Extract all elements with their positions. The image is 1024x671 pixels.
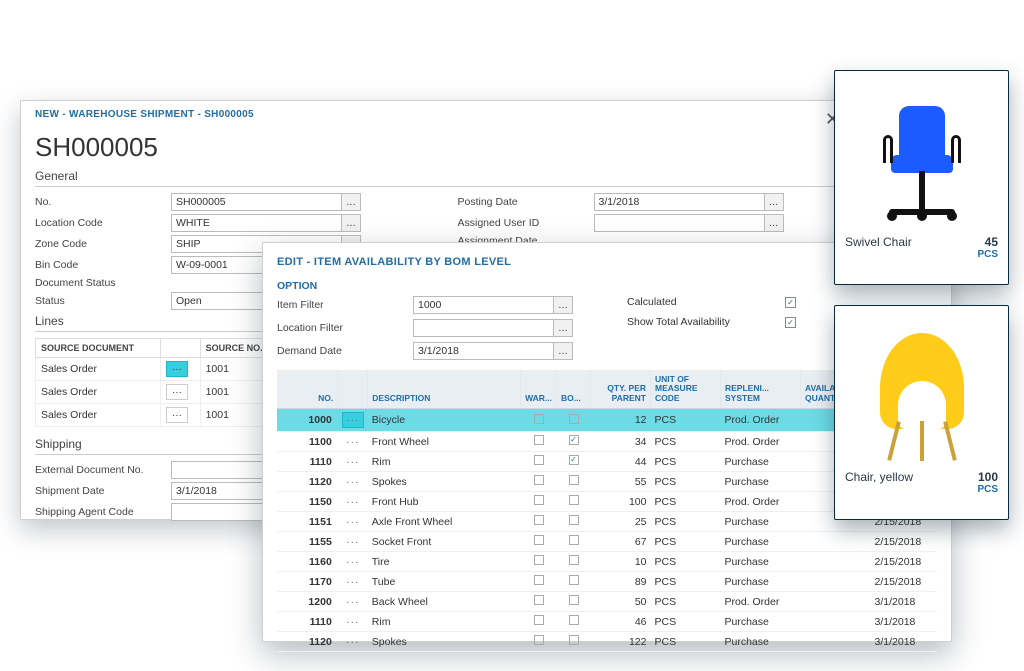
table-row[interactable]: 1155···Socket Front67PCSPurchase2/15/201… — [277, 532, 937, 552]
lookup-icon[interactable]: … — [553, 319, 573, 337]
posting-field[interactable]: 3/1/2018… — [594, 193, 784, 211]
lookup-icon[interactable]: … — [553, 342, 573, 360]
label-calculated: Calculated — [627, 296, 777, 308]
table-row[interactable]: 1120···Spokes122PCSPurchase3/1/2018 — [277, 632, 937, 652]
show-total-checkbox[interactable]: ✓ — [785, 317, 796, 328]
row-menu-icon[interactable]: ··· — [338, 409, 368, 432]
label-show-total: Show Total Availability — [627, 316, 777, 328]
section-general: General — [35, 169, 840, 187]
label-item-filter: Item Filter — [277, 299, 407, 311]
col-source-doc[interactable]: SOURCE DOCUMENT — [36, 339, 161, 358]
row-menu-icon[interactable]: ··· — [338, 512, 368, 532]
row-menu-icon[interactable]: ··· — [338, 552, 368, 572]
page-title: SH000005 — [35, 132, 840, 163]
label-loc-filter: Location Filter — [277, 322, 407, 334]
breadcrumb: NEW - WAREHOUSE SHIPMENT - SH000005 — [35, 109, 254, 120]
col-no[interactable]: NO. — [277, 370, 338, 409]
product-name: Chair, yellow — [845, 470, 913, 484]
row-menu-icon[interactable]: ··· — [338, 452, 368, 472]
item-filter-field[interactable]: 1000… — [413, 296, 573, 314]
table-row[interactable]: 1200···Back Wheel50PCSProd. Order3/1/201… — [277, 592, 937, 612]
row-menu-icon[interactable]: ··· — [166, 361, 188, 377]
col-war[interactable]: WAR... — [521, 370, 557, 409]
no-field[interactable]: SH000005… — [171, 193, 361, 211]
col-uom[interactable]: UNIT OF MEASURE CODE — [651, 370, 721, 409]
assigned-user-field[interactable]: … — [594, 214, 784, 232]
product-name: Swivel Chair — [845, 235, 912, 249]
product-qty: 45 — [985, 235, 998, 249]
label-no: No. — [35, 196, 165, 208]
row-menu-icon[interactable]: ··· — [338, 612, 368, 632]
lookup-icon[interactable]: … — [764, 214, 784, 232]
product-unit: PCS — [845, 484, 998, 495]
row-menu-icon[interactable]: ··· — [166, 384, 188, 400]
col-qty[interactable]: QTY. PER PARENT — [591, 370, 651, 409]
label-assigned-user: Assigned User ID — [458, 217, 588, 229]
label-agent: Shipping Agent Code — [35, 506, 165, 518]
bom-title: EDIT - ITEM AVAILABILITY BY BOM LEVEL — [277, 256, 511, 268]
row-menu-icon[interactable]: ··· — [338, 492, 368, 512]
label-extdoc: External Document No. — [35, 464, 165, 476]
product-card-yellow-chair[interactable]: Chair, yellow 100 PCS — [834, 305, 1009, 520]
calculated-checkbox[interactable]: ✓ — [785, 297, 796, 308]
label-status: Status — [35, 295, 165, 307]
table-row[interactable]: 1170···Tube89PCSPurchase2/15/2018 — [277, 572, 937, 592]
product-card-swivel[interactable]: Swivel Chair 45 PCS — [834, 70, 1009, 285]
label-shipdate: Shipment Date — [35, 485, 165, 497]
label-location: Location Code — [35, 217, 165, 229]
label-docstatus: Document Status — [35, 277, 165, 289]
product-image — [845, 316, 998, 466]
product-image — [845, 81, 998, 231]
lookup-icon[interactable]: … — [341, 214, 361, 232]
label-demand: Demand Date — [277, 345, 407, 357]
col-repl[interactable]: REPLENI... SYSTEM — [721, 370, 801, 409]
row-menu-icon[interactable]: ··· — [338, 432, 368, 452]
table-row[interactable]: 1160···Tire10PCSPurchase2/15/2018 — [277, 552, 937, 572]
loc-filter-field[interactable]: … — [413, 319, 573, 337]
label-bin: Bin Code — [35, 259, 165, 271]
row-menu-icon[interactable]: ··· — [338, 632, 368, 652]
table-row[interactable]: 1110···Rim46PCSPurchase3/1/2018 — [277, 612, 937, 632]
demand-field[interactable]: 3/1/2018… — [413, 342, 573, 360]
location-field[interactable]: WHITE… — [171, 214, 361, 232]
row-menu-icon[interactable]: ··· — [166, 407, 188, 423]
row-menu-icon[interactable]: ··· — [338, 572, 368, 592]
lookup-icon[interactable]: … — [764, 193, 784, 211]
lookup-icon[interactable]: … — [341, 193, 361, 211]
product-qty: 100 — [978, 470, 998, 484]
col-desc[interactable]: DESCRIPTION — [368, 370, 521, 409]
label-posting: Posting Date — [458, 196, 588, 208]
label-zone: Zone Code — [35, 238, 165, 250]
col-bo[interactable]: BO... — [557, 370, 591, 409]
row-menu-icon[interactable]: ··· — [338, 472, 368, 492]
lookup-icon[interactable]: … — [553, 296, 573, 314]
row-menu-icon[interactable]: ··· — [338, 592, 368, 612]
product-unit: PCS — [845, 249, 998, 260]
row-menu-icon[interactable]: ··· — [338, 532, 368, 552]
